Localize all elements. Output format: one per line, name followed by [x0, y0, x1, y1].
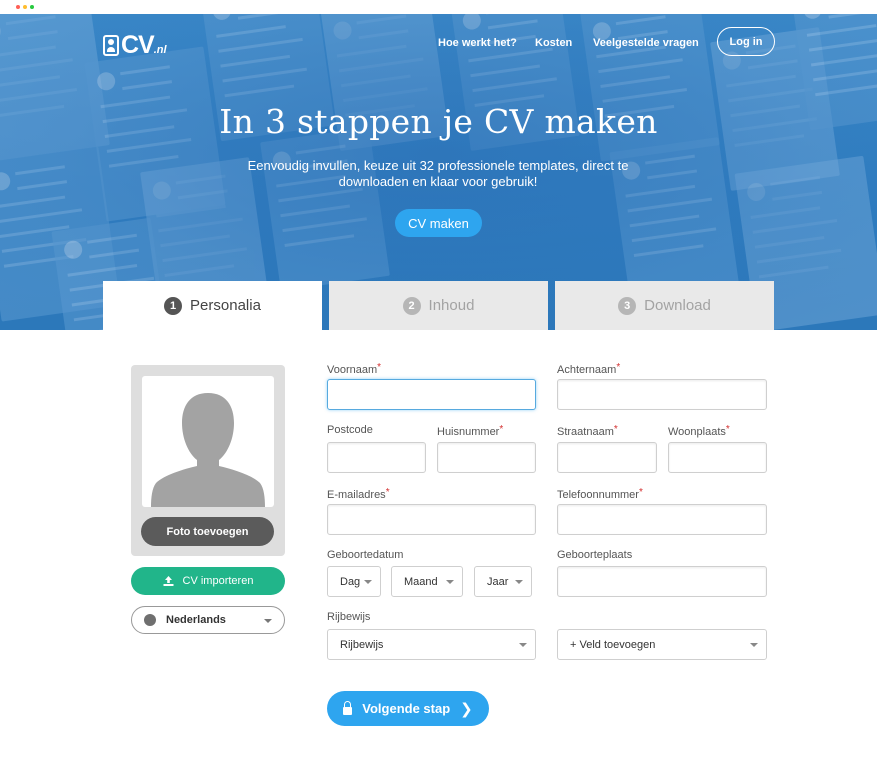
- step-label: Inhoud: [428, 297, 475, 314]
- add-field-select[interactable]: + Veld toevoegen: [557, 629, 767, 660]
- tab-download[interactable]: 3 Download: [555, 281, 774, 330]
- label-geboortedatum: Geboortedatum: [327, 549, 404, 561]
- hero-subtitle: Eenvoudig invullen, keuze uit 32 profess…: [247, 158, 629, 189]
- postcode-input[interactable]: [327, 442, 426, 473]
- next-step-button[interactable]: Volgende stap ❯: [327, 691, 489, 726]
- label-straatnaam: Straatnaam*: [557, 424, 618, 438]
- user-silhouette-icon: [151, 393, 265, 507]
- label-woonplaats: Woonplaats*: [668, 424, 730, 438]
- label-geboorteplaats: Geboorteplaats: [557, 549, 633, 561]
- label-rijbewijs: Rijbewijs: [327, 611, 371, 623]
- nav-faq[interactable]: Veelgestelde vragen: [593, 37, 699, 49]
- tab-inhoud[interactable]: 2 Inhoud: [329, 281, 548, 330]
- login-button[interactable]: Log in: [717, 27, 775, 56]
- chevron-down-icon: [515, 580, 523, 584]
- lock-icon: [343, 700, 353, 715]
- telefoon-input[interactable]: [557, 504, 767, 535]
- label-postcode: Postcode: [327, 424, 373, 436]
- nav-costs[interactable]: Kosten: [535, 37, 572, 49]
- chevron-down-icon: [364, 580, 372, 584]
- nav-how-it-works[interactable]: Hoe werkt het?: [438, 37, 517, 49]
- window-chrome: [0, 0, 877, 14]
- month-select[interactable]: Maand: [391, 566, 463, 597]
- step-number: 3: [618, 296, 637, 315]
- upload-icon: [163, 576, 174, 586]
- geboorteplaats-input[interactable]: [557, 566, 767, 597]
- site-logo[interactable]: CV .nl: [103, 31, 167, 60]
- achternaam-input[interactable]: [557, 379, 767, 410]
- step-label: Personalia: [190, 297, 261, 314]
- voornaam-input[interactable]: [327, 379, 536, 410]
- chevron-down-icon: [446, 580, 454, 584]
- add-photo-button[interactable]: Foto toevoegen: [141, 517, 274, 546]
- step-label: Download: [644, 297, 711, 314]
- globe-icon: [144, 614, 156, 626]
- import-label: CV importeren: [182, 575, 254, 587]
- close-window-dot[interactable]: [16, 5, 20, 9]
- label-voornaam: Voornaam*: [327, 362, 382, 376]
- tab-personalia[interactable]: 1 Personalia: [103, 281, 322, 330]
- label-achternaam: Achternaam*: [557, 362, 621, 376]
- chevron-down-icon: [750, 643, 758, 647]
- language-value: Nederlands: [166, 614, 226, 626]
- cv-document-icon: [103, 35, 119, 56]
- hero-title: In 3 stappen je CV maken: [219, 102, 658, 141]
- email-input[interactable]: [327, 504, 536, 535]
- chevron-down-icon: [519, 643, 527, 647]
- straatnaam-input[interactable]: [557, 442, 657, 473]
- photo-card: Foto toevoegen: [131, 365, 285, 556]
- year-select[interactable]: Jaar: [474, 566, 532, 597]
- label-huisnummer: Huisnummer*: [437, 424, 504, 438]
- step-number: 2: [402, 296, 421, 315]
- step-number: 1: [164, 296, 183, 315]
- label-telefoon: Telefoonnummer*: [557, 487, 643, 501]
- maximize-window-dot[interactable]: [30, 5, 34, 9]
- huisnummer-input[interactable]: [437, 442, 536, 473]
- rijbewijs-select[interactable]: Rijbewijs: [327, 629, 536, 660]
- label-email: E-mailadres*: [327, 487, 390, 501]
- profile-photo-placeholder[interactable]: [142, 376, 274, 507]
- create-cv-button[interactable]: CV maken: [395, 209, 482, 237]
- chevron-right-icon: ❯: [460, 700, 473, 718]
- language-select[interactable]: Nederlands: [131, 606, 285, 634]
- woonplaats-input[interactable]: [668, 442, 767, 473]
- minimize-window-dot[interactable]: [23, 5, 27, 9]
- day-select[interactable]: Dag: [327, 566, 381, 597]
- import-cv-button[interactable]: CV importeren: [131, 567, 285, 595]
- chevron-down-icon: [264, 619, 272, 623]
